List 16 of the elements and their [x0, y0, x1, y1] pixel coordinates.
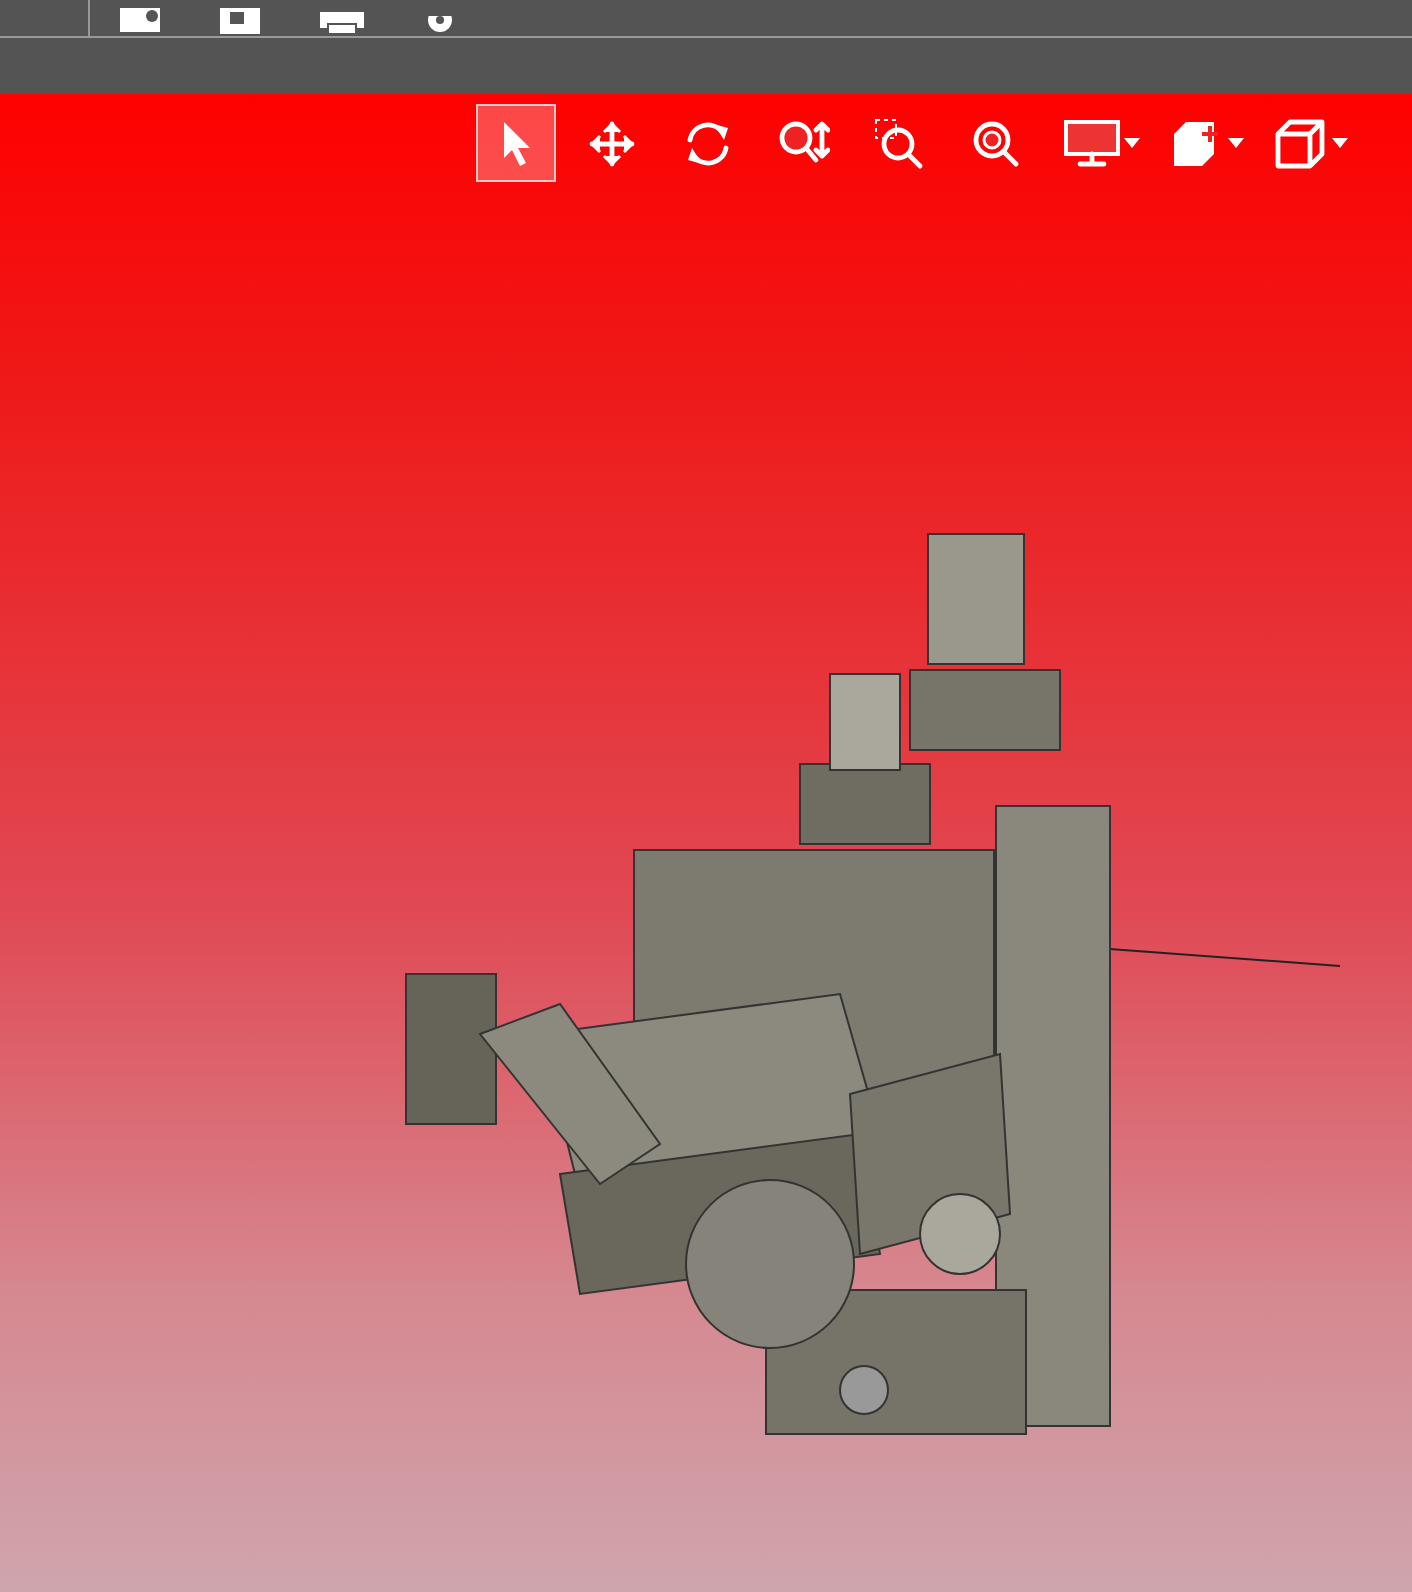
zoom-box-icon [874, 117, 926, 169]
monitor-icon [1064, 119, 1120, 167]
printer-icon[interactable] [318, 8, 366, 36]
gear-icon[interactable] [422, 16, 458, 36]
cursor-arrow-icon [500, 119, 532, 167]
cube-icon [1274, 117, 1326, 169]
3d-viewport[interactable] [0, 94, 1412, 1592]
rotate-arrows-icon [682, 117, 734, 169]
move-arrows-icon [588, 119, 636, 167]
dropdown-caret-icon[interactable] [1332, 138, 1348, 148]
dropdown-caret-icon[interactable] [1228, 138, 1244, 148]
select-tool-button[interactable] [476, 104, 556, 182]
folder-icon[interactable] [118, 8, 162, 36]
box-section-icon [1170, 117, 1222, 169]
zoom-fit-icon [970, 117, 1022, 169]
dropdown-caret-icon[interactable] [1124, 138, 1140, 148]
